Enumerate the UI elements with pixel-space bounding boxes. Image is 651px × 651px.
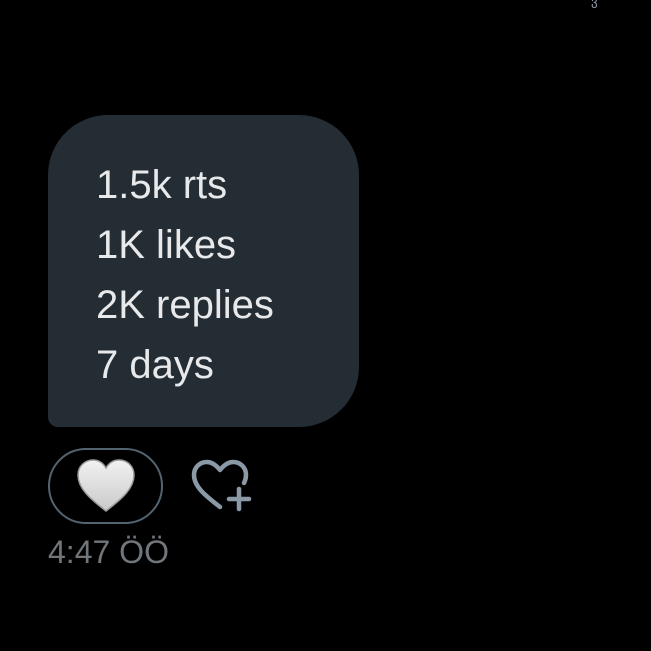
- status-glyph: ვ: [591, 0, 598, 8]
- message-line-3: 2K replies: [96, 283, 274, 327]
- white-heart-icon: [75, 458, 137, 514]
- message-line-2: 1K likes: [96, 223, 237, 267]
- dm-conversation-screen: ვ 1.5k rts 1K likes 2K replies 7 days 4:…: [0, 0, 651, 651]
- message-timestamp: 4:47 ÖÖ: [48, 534, 169, 570]
- message-line-4: 7 days: [96, 343, 214, 387]
- message-text: 1.5k rts 1K likes 2K replies 7 days: [48, 155, 274, 395]
- reaction-chip[interactable]: [48, 448, 163, 524]
- heart-plus-icon: [190, 458, 256, 514]
- message-line-1: 1.5k rts: [96, 163, 228, 207]
- add-reaction-button[interactable]: [190, 458, 256, 514]
